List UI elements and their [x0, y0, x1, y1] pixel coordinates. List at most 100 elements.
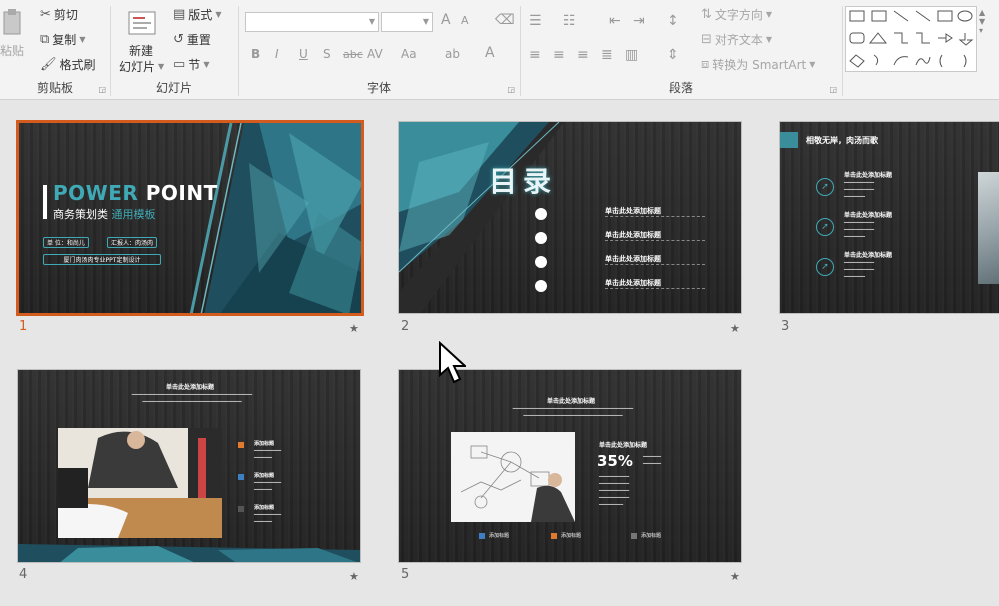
- slide5-legend-3: 添加标题: [641, 533, 662, 539]
- slide5-right-title: 单击此处添加标题: [599, 442, 648, 449]
- clear-format-icon[interactable]: ⌫: [495, 12, 515, 28]
- slide-thumbnail-2[interactable]: 目录 单击此处添加标题 单击此处添加标题 单击此处添加标题 单击此处添加标题: [398, 121, 742, 314]
- text-direction-button[interactable]: ⇅ 文字方向 ▼: [701, 6, 772, 23]
- cut-button[interactable]: ✂ 剪切: [40, 6, 78, 23]
- columns-icon[interactable]: ▥: [625, 47, 638, 63]
- font-color-button[interactable]: A: [485, 45, 495, 61]
- chevron-down-icon: ▼: [368, 17, 375, 26]
- bottom-geometric-band: [18, 544, 360, 562]
- star-icon: ★: [730, 570, 740, 583]
- filler-text-lines: ━━━━━━━━━━ ━━━━━━━━━━ ━━━━━━━: [844, 220, 875, 240]
- shapes-icon: [849, 10, 974, 68]
- gallery-scroll-icon[interactable]: ▲ ▼ ▾: [979, 8, 985, 35]
- section-icon: ▭: [173, 57, 186, 72]
- decrease-font-button[interactable]: A: [461, 14, 469, 27]
- paste-button[interactable]: 粘贴: [0, 42, 24, 59]
- increase-font-button[interactable]: A: [441, 12, 451, 28]
- slide3-header: 相敬无岸，肉汤而歌: [806, 136, 878, 145]
- slide1-unit-badge: 单 位：和尚儿: [43, 237, 89, 248]
- arrow-icon: ➚: [816, 218, 834, 236]
- mouse-cursor-icon: [439, 341, 466, 384]
- line-spacing-icon[interactable]: ↕: [667, 13, 679, 29]
- italic-button[interactable]: I: [275, 47, 279, 61]
- slide5-title: 单击此处添加标题: [547, 398, 596, 405]
- copy-icon: ⧉: [40, 32, 50, 47]
- highlight-icon[interactable]: ab: [445, 47, 460, 61]
- slide3-item-1: 单击此处添加标题: [844, 172, 893, 179]
- paragraph-launcher-icon[interactable]: ◲: [829, 85, 837, 94]
- copy-button[interactable]: ⧉ 复制 ▼: [40, 31, 85, 48]
- new-slide-icon[interactable]: [125, 8, 157, 38]
- slide-number-3: 3: [781, 319, 790, 334]
- layout-button[interactable]: ▤ 版式 ▼: [173, 6, 221, 23]
- slide2-item-2: 单击此处添加标题: [605, 230, 705, 241]
- chevron-down-icon: ▼: [422, 17, 429, 26]
- font-size-combo[interactable]: ▼: [381, 12, 433, 32]
- filler-text-lines: ━━━━━━━━━ ━━━━━━: [254, 480, 282, 493]
- legend-swatch-orange: [238, 442, 244, 448]
- arrow-icon: ➚: [816, 178, 834, 196]
- clipboard-group: 粘贴 ✂ 剪切 ⧉ 复制 ▼ 🖌 格式刷 剪贴板 ◲: [0, 0, 110, 100]
- font-name-combo[interactable]: ▼: [245, 12, 379, 32]
- align-center-icon[interactable]: ≡: [553, 47, 565, 63]
- slide-thumbnail-4[interactable]: 单击此处添加标题 ━━━━━━━━━━━━━━━━━━━━━━━━━━━━━━━…: [17, 369, 361, 563]
- photo-image: [978, 172, 999, 284]
- section-button[interactable]: ▭ 节 ▼: [173, 56, 209, 73]
- star-icon: ★: [349, 322, 359, 335]
- clipboard-launcher-icon[interactable]: ◲: [98, 85, 106, 94]
- ribbon: 粘贴 ✂ 剪切 ⧉ 复制 ▼ 🖌 格式刷 剪贴板 ◲ 新建 幻灯片 ▼ ▤ 版式 ▼ ↺ 重置 …: [0, 0, 999, 100]
- new-slide-button[interactable]: 新建: [129, 42, 153, 59]
- star-icon: ★: [349, 570, 359, 583]
- change-case-button[interactable]: Aa: [401, 47, 417, 61]
- font-launcher-icon[interactable]: ◲: [507, 85, 515, 94]
- header-accent: [780, 132, 798, 148]
- smartart-button[interactable]: ⧈ 转换为 SmartArt ▼: [701, 56, 815, 73]
- slide4-legend-1: 添加标题: [254, 441, 275, 447]
- justify-icon[interactable]: ≣: [601, 47, 613, 63]
- slide-thumbnail-3[interactable]: 相敬无岸，肉汤而歌 ➚ ➚ ➚ 单击此处添加标题 ━━━━━━━━━━ ━━━━━…: [779, 121, 999, 314]
- filler-text-lines: ━━━━━━━━━━ ━━━━━━━━━━ ━━━━━━━: [844, 260, 875, 280]
- reset-icon: ↺: [173, 32, 184, 47]
- legend-swatch-gray: [238, 506, 244, 512]
- slide3-item-2: 单击此处添加标题: [844, 212, 893, 219]
- slide-thumbnail-1[interactable]: POWER POINT 商务策划类 通用模板 单 位：和尚儿 汇报人：肉汤肉 厦…: [16, 120, 364, 316]
- new-slide-dropdown[interactable]: 幻灯片 ▼: [119, 58, 164, 75]
- layout-icon: ▤: [173, 7, 186, 22]
- slide1-footer-badge: 厦门肉汤肉专业PPT定制设计: [43, 254, 161, 265]
- shapes-gallery[interactable]: [845, 6, 977, 72]
- slide2-item-3: 单击此处添加标题: [605, 254, 705, 265]
- decrease-indent-icon[interactable]: ⇤: [609, 13, 621, 29]
- legend-swatch-blue: [238, 474, 244, 480]
- business-photo-image: [58, 428, 222, 538]
- numbering-icon[interactable]: ☷: [563, 13, 576, 29]
- slide-thumbnail-5[interactable]: 单击此处添加标题 ━━━━━━━━━━━━━━━━━━━━━━━━━━━━━━━…: [398, 369, 742, 563]
- align-text-icon: ⊟: [701, 32, 712, 47]
- reset-button[interactable]: ↺ 重置: [173, 31, 211, 48]
- filler-text-lines: ━━━━━━━━━ ━━━━━━: [254, 512, 282, 525]
- slide2-item-4: 单击此处添加标题: [605, 278, 705, 289]
- bullets-icon[interactable]: ☰: [529, 13, 542, 29]
- filler-text-lines: ━━━━━━ ━━━━━━: [643, 454, 662, 467]
- increase-indent-icon[interactable]: ⇥: [633, 13, 645, 29]
- filler-text-lines: ━━━━━━━━━━━━━━━━━━━━━━━━━━━━━━━━━━━━━━━━…: [512, 406, 634, 419]
- align-text-button[interactable]: ⊟ 对齐文本 ▼: [701, 31, 772, 48]
- legend-swatch-blue: [479, 533, 485, 539]
- distributed-icon[interactable]: ⇕: [667, 47, 679, 63]
- slide1-reporter-badge: 汇报人：肉汤肉: [107, 237, 158, 248]
- scissors-icon: ✂: [40, 7, 51, 22]
- align-right-icon[interactable]: ≡: [577, 47, 589, 63]
- separator: [842, 6, 843, 96]
- slide3-item-3: 单击此处添加标题: [844, 252, 893, 259]
- format-painter-button[interactable]: 🖌 格式刷: [40, 56, 96, 73]
- legend-swatch-orange: [551, 533, 557, 539]
- slide1-subtitle: 商务策划类 通用模板: [53, 208, 156, 221]
- bold-button[interactable]: B: [251, 47, 260, 61]
- arrow-icon: ➚: [816, 258, 834, 276]
- char-spacing-button[interactable]: AV: [367, 47, 383, 61]
- underline-button[interactable]: U: [299, 47, 308, 61]
- align-left-icon[interactable]: ≡: [529, 47, 541, 63]
- strikethrough-button[interactable]: abc: [343, 48, 363, 61]
- paste-icon[interactable]: [2, 8, 24, 38]
- shadow-button[interactable]: S: [323, 47, 331, 61]
- text-direction-icon: ⇅: [701, 7, 712, 22]
